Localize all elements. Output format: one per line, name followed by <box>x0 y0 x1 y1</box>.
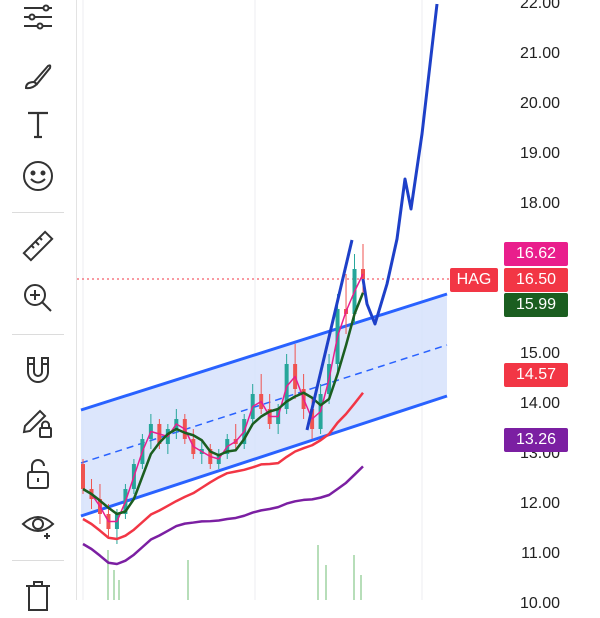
drawing-toolbar <box>0 0 77 611</box>
hide-drawings-tool-button[interactable] <box>14 500 62 548</box>
volume-bar <box>360 575 362 600</box>
price-tag-ma-mid: 14.57 <box>504 363 568 387</box>
price-axis-label: 21.00 <box>519 45 560 62</box>
text-icon <box>28 111 48 139</box>
brush-tool-button[interactable] <box>14 50 62 98</box>
volume-bar <box>113 570 115 600</box>
price-tag-ma-slow: 13.26 <box>504 428 568 452</box>
price-tag-high: 16.62 <box>504 242 568 266</box>
volume-bar <box>325 565 327 600</box>
volume-bar <box>107 550 109 600</box>
zoom-in-icon <box>24 284 52 312</box>
symbol-tag: HAG <box>450 268 498 292</box>
smiley-icon <box>23 161 53 191</box>
lock-tool-button[interactable] <box>14 450 62 498</box>
unlock-icon <box>27 459 49 489</box>
price-axis-label: 14.00 <box>519 395 560 412</box>
price-axis-label: 11.00 <box>521 545 560 562</box>
ruler-tool-button[interactable] <box>14 222 62 270</box>
price-axis-label: 20.00 <box>519 95 560 112</box>
chart-pane[interactable]: 22.00 21.00 20.00 19.00 18.00 15.00 14.00 13.00… <box>77 0 600 612</box>
volume-bar <box>317 545 319 600</box>
delete-tool-button[interactable] <box>14 570 62 618</box>
trash-icon <box>26 581 50 611</box>
price-tag-ma-fast: 15.99 <box>504 293 568 317</box>
volume-bar <box>353 555 355 600</box>
magnet-tool-button[interactable] <box>14 346 62 394</box>
toolbar-divider <box>12 560 64 561</box>
trendline-tools-button[interactable] <box>14 0 62 44</box>
price-tag-last: 16.50 <box>504 268 568 292</box>
price-axis-label: 10.00 <box>519 595 560 612</box>
magnet-icon <box>27 357 49 383</box>
price-axis-label: 15.00 <box>519 345 560 362</box>
lines-icon <box>24 4 52 30</box>
lock-drawings-tool-button[interactable] <box>14 398 62 446</box>
eye-icon <box>21 516 55 539</box>
emoji-tool-button[interactable] <box>14 152 62 200</box>
toolbar-divider <box>12 212 64 213</box>
volume-bar <box>187 560 189 600</box>
zoom-in-tool-button[interactable] <box>14 274 62 322</box>
candle-body <box>81 464 85 489</box>
text-tool-button[interactable] <box>14 100 62 148</box>
projection-path <box>361 3 439 326</box>
price-axis-label: 12.00 <box>519 495 560 512</box>
ruler-icon <box>22 230 54 262</box>
volume-bar <box>118 580 120 600</box>
pencil-lock-icon <box>22 409 52 438</box>
price-axis-label: 22.00 <box>519 0 560 12</box>
toolbar-divider <box>12 334 64 335</box>
price-axis-label: 19.00 <box>519 145 560 162</box>
brush-icon <box>24 64 52 90</box>
price-axis-label: 18.00 <box>519 195 560 212</box>
